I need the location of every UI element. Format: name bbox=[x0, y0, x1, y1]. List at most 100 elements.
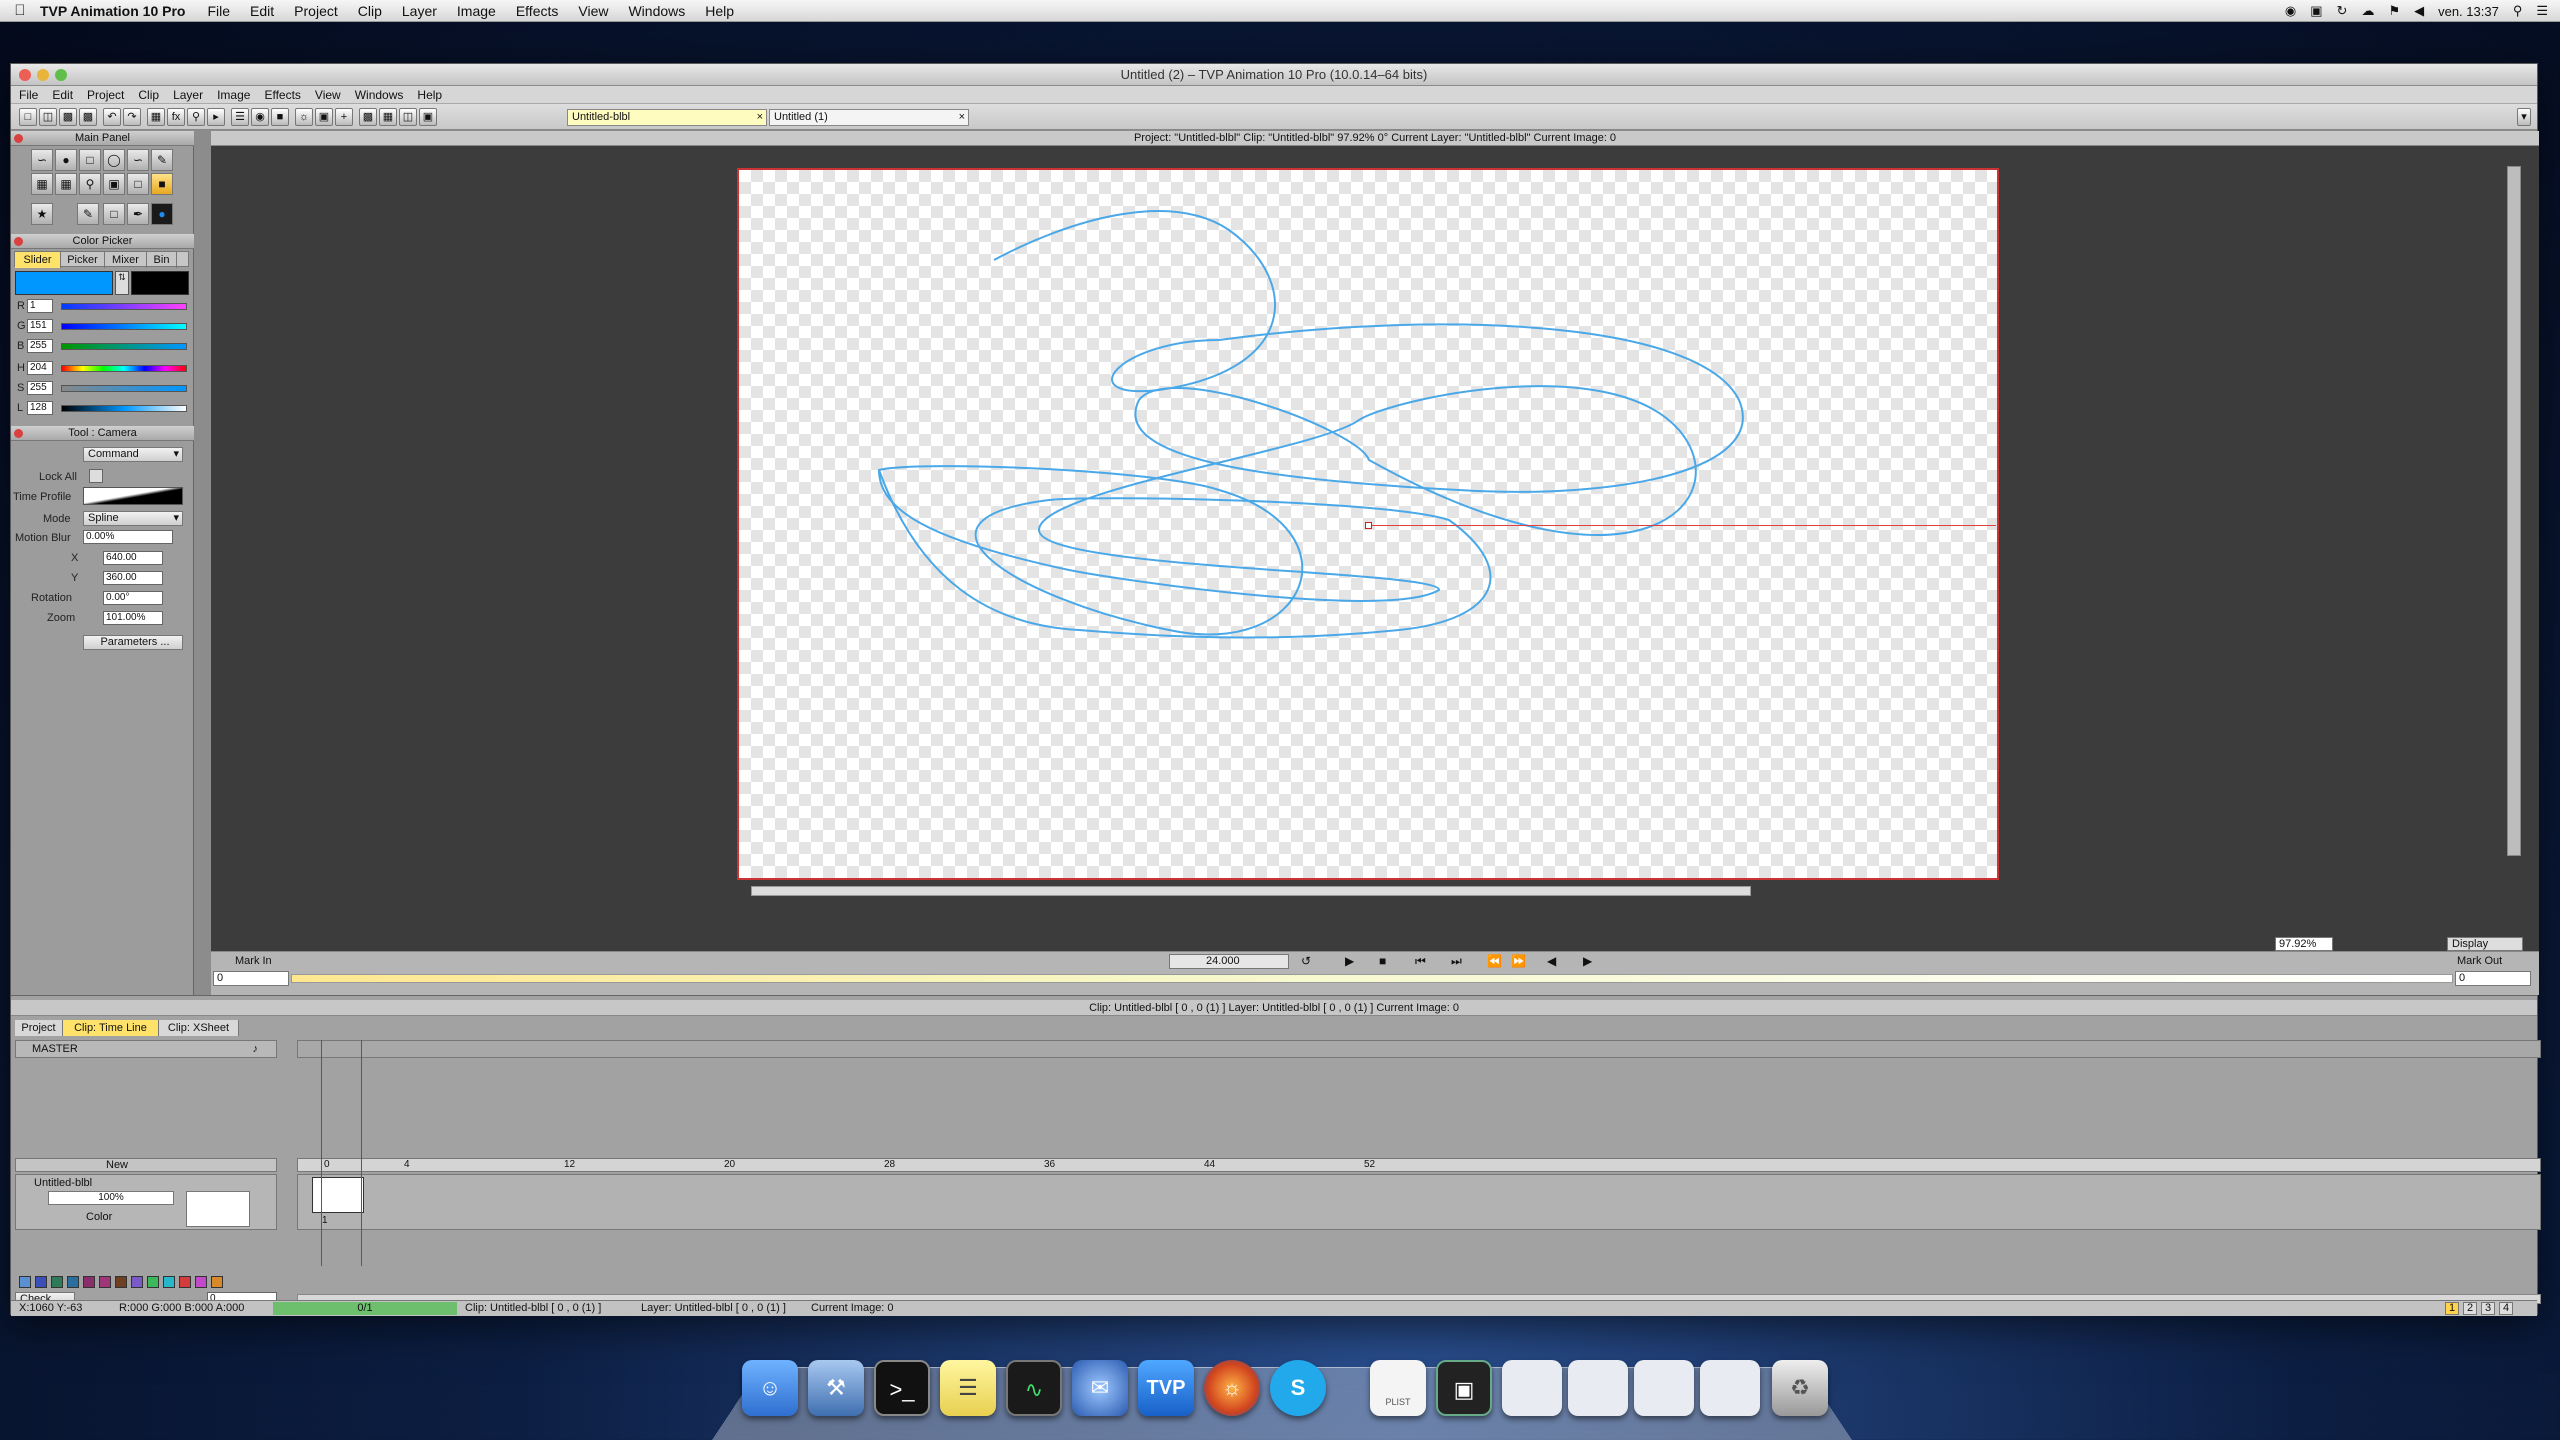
slider-b[interactable] bbox=[61, 343, 187, 350]
channel-input-b[interactable]: 255 bbox=[27, 339, 53, 353]
trash-icon[interactable]: ♻ bbox=[1772, 1360, 1828, 1416]
tab-project[interactable]: Project bbox=[15, 1020, 63, 1036]
window-icon[interactable] bbox=[1568, 1360, 1628, 1416]
tab-untitled-1[interactable]: Untitled (1) × bbox=[769, 109, 969, 126]
command-dropdown[interactable]: Command ▾ bbox=[83, 447, 183, 462]
fx-icon[interactable]: fx bbox=[167, 108, 185, 126]
zoom-input[interactable]: 101.00% bbox=[103, 611, 163, 625]
status-icon[interactable]: ◉ bbox=[2285, 3, 2296, 19]
step-back-icon[interactable]: ◀ bbox=[1547, 954, 1556, 968]
color-label-swatch[interactable] bbox=[131, 1276, 143, 1288]
layers-icon[interactable]: ☰ bbox=[231, 108, 249, 126]
close-tab-icon[interactable]: × bbox=[959, 110, 965, 125]
volume-icon[interactable]: ◀ bbox=[2414, 3, 2424, 19]
menubar-item-windows[interactable]: Windows bbox=[628, 3, 685, 19]
play-button-icon[interactable]: ▶ bbox=[1345, 954, 1354, 968]
menubar-item-file[interactable]: File bbox=[207, 3, 230, 19]
flag-icon[interactable]: ⚑ bbox=[2388, 3, 2400, 19]
apple-icon[interactable]:  bbox=[0, 2, 40, 19]
app-menu-image[interactable]: Image bbox=[217, 88, 250, 102]
close-panel-icon[interactable] bbox=[14, 429, 23, 438]
app-menu-file[interactable]: File bbox=[19, 88, 38, 102]
tab-picker[interactable]: Picker bbox=[61, 252, 105, 268]
finder-icon[interactable]: ☺ bbox=[742, 1360, 798, 1416]
ellipse-icon[interactable]: ◯ bbox=[103, 149, 125, 171]
new-layer-button[interactable]: New bbox=[106, 1159, 128, 1171]
lasso-icon[interactable]: ∽ bbox=[31, 149, 53, 171]
minimize-window-icon[interactable] bbox=[37, 69, 49, 81]
menubar-item-effects[interactable]: Effects bbox=[516, 3, 559, 19]
next-frame-icon[interactable]: ⏩ bbox=[1511, 954, 1526, 968]
fps-dropdown[interactable]: 24.000 bbox=[1169, 954, 1289, 969]
prev-frame-icon[interactable]: ⏪ bbox=[1487, 954, 1502, 968]
tab-mixer[interactable]: Mixer bbox=[105, 252, 147, 268]
playhead-line-end[interactable] bbox=[361, 1040, 362, 1266]
color-label-swatch[interactable] bbox=[19, 1276, 31, 1288]
primary-color-swatch[interactable] bbox=[15, 271, 113, 295]
stamp-icon[interactable]: ▣ bbox=[103, 173, 125, 195]
color-label-swatch[interactable] bbox=[195, 1276, 207, 1288]
camera-tool-icon[interactable]: ■ bbox=[151, 173, 173, 195]
pencil-icon[interactable]: ✎ bbox=[77, 203, 99, 225]
play-icon[interactable]: ▸ bbox=[207, 108, 225, 126]
list-icon[interactable]: ☰ bbox=[2536, 3, 2548, 19]
brush-icon[interactable]: ✎ bbox=[151, 149, 173, 171]
color-chip-icon[interactable]: ● bbox=[151, 203, 173, 225]
display-icon[interactable]: ▣ bbox=[2310, 3, 2322, 19]
app-menu-view[interactable]: View bbox=[315, 88, 341, 102]
timemachine-icon[interactable]: ↻ bbox=[2337, 3, 2348, 19]
frame-cell[interactable] bbox=[312, 1177, 364, 1213]
window-icon[interactable] bbox=[1700, 1360, 1760, 1416]
lock-all-checkbox[interactable] bbox=[89, 469, 103, 483]
channel-input-l[interactable]: 128 bbox=[27, 401, 53, 415]
select-ellipse-icon[interactable]: ▦ bbox=[55, 173, 77, 195]
color-label-swatch[interactable] bbox=[211, 1276, 223, 1288]
channel-input-s[interactable]: 255 bbox=[27, 381, 53, 395]
save-icon[interactable]: ▩ bbox=[59, 108, 77, 126]
master-track-header[interactable]: MASTER ♪ bbox=[15, 1040, 277, 1058]
mark-in-input[interactable]: 0 bbox=[213, 971, 289, 986]
playhead-line[interactable] bbox=[321, 1040, 322, 1266]
table-icon[interactable]: ▦ bbox=[379, 108, 397, 126]
mark-out-label[interactable]: Mark Out bbox=[2457, 955, 2502, 967]
frame-ruler[interactable]: 0 4 12 20 28 36 44 52 bbox=[297, 1158, 2541, 1172]
menubar-item-help[interactable]: Help bbox=[705, 3, 734, 19]
tab-slider[interactable]: Slider bbox=[15, 252, 61, 268]
speaker-icon[interactable]: ♪ bbox=[253, 1041, 259, 1057]
channel-input-g[interactable]: 151 bbox=[27, 319, 53, 333]
first-frame-icon[interactable]: ⏮ bbox=[1415, 954, 1426, 969]
drawing-sheet[interactable] bbox=[737, 168, 1999, 880]
chevron-down-icon[interactable]: ▾ bbox=[2517, 108, 2531, 126]
slider-r[interactable] bbox=[61, 303, 187, 310]
page-button-3[interactable]: 3 bbox=[2481, 1302, 2495, 1315]
color-label-swatch[interactable] bbox=[83, 1276, 95, 1288]
close-panel-icon[interactable] bbox=[14, 134, 23, 143]
slider-h[interactable] bbox=[61, 365, 187, 372]
tab-clip-timeline[interactable]: Clip: Time Line bbox=[63, 1020, 159, 1036]
figure-icon[interactable]: ★ bbox=[31, 203, 53, 225]
color-label-swatch[interactable] bbox=[115, 1276, 127, 1288]
loop-icon[interactable]: ↺ bbox=[1301, 954, 1311, 968]
stop-button-icon[interactable]: ■ bbox=[1379, 954, 1386, 968]
app-menu-help[interactable]: Help bbox=[417, 88, 442, 102]
undo-icon[interactable]: ↶ bbox=[103, 108, 121, 126]
color-label-swatch[interactable] bbox=[35, 1276, 47, 1288]
parameters-button[interactable]: Parameters ... bbox=[83, 635, 183, 650]
color-label-swatch[interactable] bbox=[179, 1276, 191, 1288]
page-button-4[interactable]: 4 bbox=[2499, 1302, 2513, 1315]
color-label-swatch[interactable] bbox=[99, 1276, 111, 1288]
window-icon[interactable] bbox=[1502, 1360, 1562, 1416]
bucket-icon[interactable]: ● bbox=[55, 149, 77, 171]
safe-area-icon[interactable]: ▩ bbox=[359, 108, 377, 126]
menubar-app-name[interactable]: TVP Animation 10 Pro bbox=[40, 3, 185, 19]
frame-icon[interactable]: ▣ bbox=[315, 108, 333, 126]
x-input[interactable]: 640.00 bbox=[103, 551, 163, 565]
app-menu-project[interactable]: Project bbox=[87, 88, 124, 102]
swap-colors-icon[interactable]: ⇅ bbox=[115, 271, 129, 295]
monitor-icon[interactable]: ▣ bbox=[419, 108, 437, 126]
mark-out-input[interactable]: 0 bbox=[2455, 971, 2531, 986]
select-rect-icon[interactable]: ▦ bbox=[31, 173, 53, 195]
redo-icon[interactable]: ↷ bbox=[123, 108, 141, 126]
new-file-icon[interactable]: □ bbox=[19, 108, 37, 126]
slider-s[interactable] bbox=[61, 385, 187, 392]
